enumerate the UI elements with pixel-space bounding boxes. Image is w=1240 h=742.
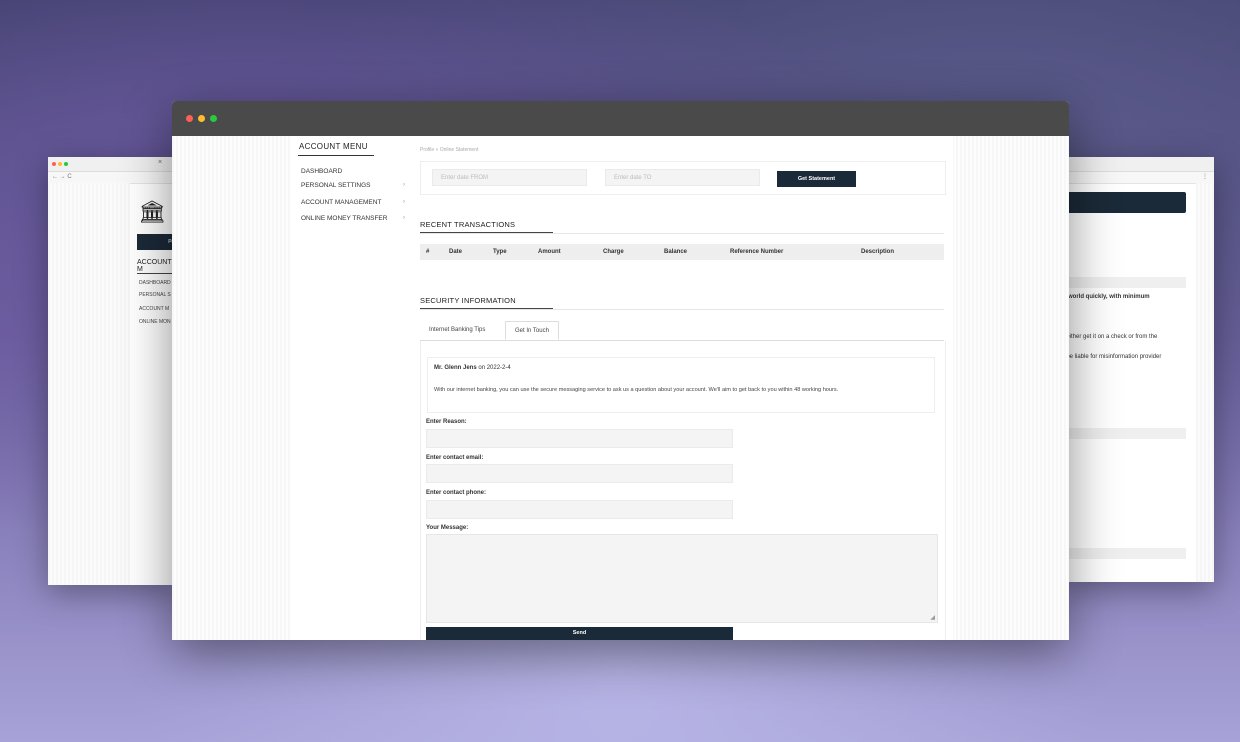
message-notice: Mr. Glenn Jens on 2022-2-4 With our inte… <box>427 357 935 413</box>
column-header: Amount <box>538 249 561 255</box>
author-name: Mr. Glenn Jens <box>434 365 477 371</box>
gray-band <box>1063 277 1186 288</box>
reason-label: Enter Reason: <box>426 419 467 425</box>
phone-label: Enter contact phone: <box>426 490 487 496</box>
main-column: Profile » Online Statement Enter date FR… <box>290 136 953 640</box>
browser-chrome <box>1063 157 1214 172</box>
address-bar[interactable]: ⋮ <box>1063 172 1214 184</box>
statement-filter: Enter date FROM Enter date TO Get Statem… <box>420 161 946 195</box>
close-window-dot[interactable] <box>186 115 193 122</box>
phone-input[interactable] <box>426 500 733 519</box>
page-text: s world quickly, with minimum <box>1063 294 1150 300</box>
bank-building-icon: 🏛 <box>138 199 166 224</box>
date-from-input[interactable]: Enter date FROM <box>432 169 587 186</box>
header-bar <box>1063 192 1186 213</box>
column-header: Date <box>449 249 463 255</box>
page-text: t be liable for misinformation provider <box>1063 354 1162 360</box>
background-window-right: ⋮ s world quickly, with minimum , either… <box>1063 157 1214 582</box>
security-information-title: SECURITY INFORMATION <box>420 296 516 305</box>
message-textarea[interactable]: ◢ <box>426 534 938 623</box>
tab-internet-banking-tips[interactable]: Internet Banking Tips <box>420 321 494 340</box>
section-rule <box>420 233 944 234</box>
transactions-table-header: # Date Type Amount Charge Balance Refere… <box>420 244 944 260</box>
recent-transactions-title: RECENT TRANSACTIONS <box>420 220 516 229</box>
minimize-dot <box>58 162 62 166</box>
notice-date: on 2022-2-4 <box>476 365 511 371</box>
close-dot <box>52 162 56 166</box>
background-window-left: × ← → C 🏛 Per ACCOUNT M DASHBOARD PERSON… <box>48 157 178 585</box>
page-background <box>48 183 130 585</box>
browser-menu-icon[interactable]: ⋮ <box>1202 174 1208 180</box>
gray-band <box>1063 428 1186 439</box>
main-browser-window: ACCOUNT MENU DASHBOARD PERSONAL SETTINGS… <box>172 101 1069 640</box>
security-tabs: Internet Banking Tips Get In Touch <box>420 321 944 341</box>
date-to-input[interactable]: Enter date TO <box>605 169 760 186</box>
column-header: Balance <box>664 249 688 255</box>
breadcrumb[interactable]: Profile » Online Statement <box>420 147 478 153</box>
menu-item[interactable]: ONLINE MON <box>139 319 171 325</box>
column-header: Reference Number <box>730 249 784 255</box>
notice-author: Mr. Glenn Jens on 2022-2-4 <box>434 365 511 371</box>
section-rule <box>420 309 944 310</box>
menu-item[interactable]: ACCOUNT M <box>139 306 169 312</box>
menu-item[interactable]: PERSONAL S <box>139 292 171 298</box>
minimize-window-dot[interactable] <box>198 115 205 122</box>
gray-band <box>1063 548 1186 559</box>
get-statement-button[interactable]: Get Statement <box>777 171 856 187</box>
notice-body: With our internet banking, you can use t… <box>434 387 839 393</box>
page-background: ACCOUNT MENU DASHBOARD PERSONAL SETTINGS… <box>172 136 1069 640</box>
message-label: Your Message: <box>426 525 469 531</box>
page-background <box>1196 183 1214 582</box>
email-input[interactable] <box>426 464 733 483</box>
maximize-dot <box>64 162 68 166</box>
tab-close-icon[interactable]: × <box>158 159 162 166</box>
browser-chrome: × <box>48 157 178 172</box>
column-header: # <box>426 249 430 255</box>
send-button[interactable]: Send <box>426 627 733 640</box>
menu-item[interactable]: DASHBOARD <box>139 280 171 286</box>
column-header: Description <box>861 249 895 255</box>
page-text: , either get it on a check or from the <box>1063 334 1158 340</box>
maximize-window-dot[interactable] <box>210 115 217 122</box>
column-header: Type <box>493 249 507 255</box>
reason-input[interactable] <box>426 429 733 448</box>
column-header: Charge <box>603 249 624 255</box>
nav-arrows-icon[interactable]: ← → C <box>52 174 72 180</box>
email-label: Enter contact email: <box>426 455 484 461</box>
resize-grip-icon[interactable]: ◢ <box>930 614 935 621</box>
window-titlebar <box>172 101 1069 136</box>
tab-get-in-touch[interactable]: Get In Touch <box>505 321 559 340</box>
